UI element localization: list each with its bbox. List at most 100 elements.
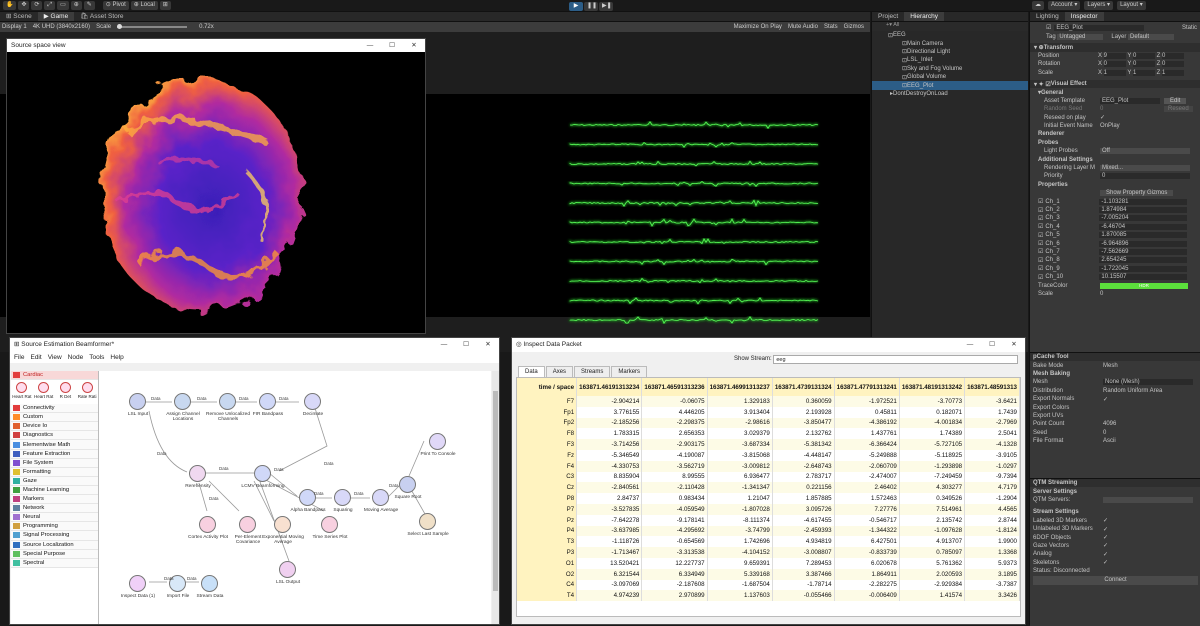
- channel-checkbox[interactable]: ☑: [1038, 257, 1043, 264]
- category-item[interactable]: Gaze: [11, 476, 98, 486]
- probes-section[interactable]: Probes: [1030, 139, 1200, 147]
- hierarchy-item[interactable]: ⊡ LSL_Inlet: [872, 56, 1028, 64]
- graph-node[interactable]: [201, 575, 218, 592]
- light-probes-dropdown[interactable]: Off: [1100, 148, 1190, 155]
- edit-button[interactable]: Edit: [1164, 97, 1187, 104]
- qtm-option-checkbox[interactable]: ✓: [1103, 542, 1108, 549]
- properties-section[interactable]: Properties: [1030, 181, 1200, 189]
- hierarchy-item-selected[interactable]: ⊡ EEG_Plot: [872, 81, 1028, 90]
- qtm-option-checkbox[interactable]: ✓: [1103, 559, 1108, 566]
- graph-node[interactable]: [129, 575, 146, 592]
- channel-checkbox[interactable]: ☑: [1038, 265, 1043, 272]
- close-icon[interactable]: ✕: [477, 338, 499, 352]
- qtm-option-checkbox[interactable]: ✓: [1103, 517, 1108, 524]
- hierarchy-item[interactable]: ⊡ EEG: [872, 31, 1028, 39]
- rotation-z[interactable]: 0: [1162, 61, 1185, 68]
- category-item[interactable]: Machine Learning: [11, 485, 98, 496]
- channel-value[interactable]: -7.005204: [1099, 215, 1188, 222]
- graph-node[interactable]: [174, 393, 191, 410]
- trace-color-swatch[interactable]: HDR: [1100, 282, 1188, 289]
- category-item[interactable]: Spectral: [11, 558, 98, 568]
- category-item[interactable]: Special Purpose: [11, 549, 98, 559]
- bake-mode-dropdown[interactable]: Mesh: [1103, 363, 1118, 369]
- category-item[interactable]: Elementwise Math: [11, 440, 98, 450]
- rotate-tool-icon[interactable]: ⟳: [31, 1, 43, 10]
- category-item[interactable]: Device Io: [11, 422, 98, 432]
- menu-item[interactable]: Edit: [30, 354, 41, 361]
- random-seed-field[interactable]: 0: [1100, 106, 1160, 112]
- static-toggle[interactable]: Static: [1182, 25, 1197, 31]
- mesh-field[interactable]: None (Mesh): [1103, 379, 1193, 386]
- channel-value[interactable]: 1.870085: [1099, 232, 1188, 239]
- category-item[interactable]: Connectivity: [11, 404, 98, 414]
- object-active-checkbox[interactable]: ☑: [1046, 24, 1051, 31]
- scale-slider[interactable]: [117, 24, 188, 29]
- category-item[interactable]: Feature Extraction: [11, 449, 98, 459]
- step-button[interactable]: ▶❚: [599, 2, 613, 11]
- move-tool-icon[interactable]: ✥: [18, 1, 30, 10]
- category-item[interactable]: Formatting: [11, 467, 98, 477]
- channel-value[interactable]: -1.722045: [1099, 265, 1188, 272]
- layers-dropdown[interactable]: Layers ▾: [1084, 1, 1114, 10]
- tab-scene[interactable]: ⊞ Scene: [0, 12, 38, 21]
- export-normals-checkbox[interactable]: ✓: [1103, 396, 1108, 403]
- maximize-icon[interactable]: ☐: [381, 39, 403, 52]
- graph-node[interactable]: [219, 393, 236, 410]
- maximize-icon[interactable]: ☐: [981, 338, 1003, 352]
- scale-y[interactable]: 1: [1133, 69, 1156, 76]
- seed-field[interactable]: 0: [1103, 430, 1106, 436]
- graph-node[interactable]: [419, 513, 436, 530]
- transform-tool-icon[interactable]: ⊕: [70, 1, 82, 10]
- snap-icon[interactable]: ⊞: [159, 1, 171, 10]
- qtm-servers-dropdown[interactable]: [1103, 496, 1193, 503]
- tab-lighting[interactable]: Lighting: [1030, 12, 1065, 21]
- graph-node[interactable]: [129, 393, 146, 410]
- tag-dropdown[interactable]: Untagged: [1057, 34, 1104, 41]
- graph-node[interactable]: [279, 561, 296, 578]
- channel-checkbox[interactable]: ☑: [1038, 223, 1043, 230]
- channel-value[interactable]: -6.964896: [1099, 240, 1188, 247]
- qtm-option-checkbox[interactable]: ✓: [1103, 526, 1108, 533]
- hierarchy-item[interactable]: ⊡ Sky and Fog Volume: [872, 65, 1028, 73]
- graph-node[interactable]: [321, 516, 338, 533]
- channel-checkbox[interactable]: ☑: [1038, 232, 1043, 239]
- initial-event-field[interactable]: OnPlay: [1100, 123, 1120, 129]
- point-count-field[interactable]: 4096: [1103, 421, 1116, 427]
- category-item[interactable]: Source Localization: [11, 540, 98, 550]
- pause-button[interactable]: ❚❚: [584, 2, 598, 11]
- graph-node[interactable]: [334, 489, 351, 506]
- mute-audio-toggle[interactable]: Mute Audio: [788, 24, 818, 30]
- inspect-tab[interactable]: Streams: [574, 366, 611, 377]
- rect-tool-icon[interactable]: ▭: [57, 1, 69, 10]
- rendering-layer-dropdown[interactable]: Mixed...: [1100, 165, 1190, 172]
- distribution-dropdown[interactable]: Random Uniform Area: [1103, 388, 1162, 394]
- cardiac-node-tile[interactable]: R Det: [55, 382, 75, 402]
- layout-dropdown[interactable]: Layout ▾: [1117, 1, 1146, 10]
- asset-template-field[interactable]: EEG_Plot: [1100, 97, 1160, 104]
- category-item[interactable]: Programming: [11, 522, 98, 532]
- category-item[interactable]: Neural: [11, 513, 98, 523]
- resolution-select[interactable]: 4K UHD (3840x2160): [33, 24, 90, 30]
- graph-node[interactable]: [199, 516, 216, 533]
- qtm-option-checkbox[interactable]: ✓: [1103, 551, 1108, 558]
- scale-x[interactable]: 1: [1103, 69, 1126, 76]
- cardiac-category[interactable]: Cardiac: [11, 371, 98, 381]
- position-z[interactable]: 0: [1162, 52, 1185, 59]
- rotation-x[interactable]: 0: [1103, 61, 1126, 68]
- display-select[interactable]: Display 1: [2, 24, 27, 30]
- stats-toggle[interactable]: Stats: [824, 24, 838, 30]
- play-button[interactable]: ▶: [569, 2, 583, 11]
- menu-item[interactable]: View: [48, 354, 62, 361]
- hierarchy-item[interactable]: ⊡ Global Volume: [872, 73, 1028, 81]
- channel-value[interactable]: -6.46704: [1099, 223, 1188, 230]
- connect-button[interactable]: Connect: [1033, 576, 1198, 585]
- local-toggle[interactable]: ⊕ Local: [130, 1, 158, 10]
- account-dropdown[interactable]: Account ▾: [1048, 1, 1081, 10]
- layer-dropdown[interactable]: Default: [1128, 34, 1175, 41]
- pivot-toggle[interactable]: ⊙ Pivot: [102, 1, 129, 10]
- channel-value[interactable]: -1.103281: [1099, 198, 1188, 205]
- category-item[interactable]: Custom: [11, 413, 98, 423]
- tab-game[interactable]: ▶ Game: [37, 12, 75, 21]
- channel-checkbox[interactable]: ☑: [1038, 215, 1043, 222]
- category-item[interactable]: Signal Processing: [11, 531, 98, 541]
